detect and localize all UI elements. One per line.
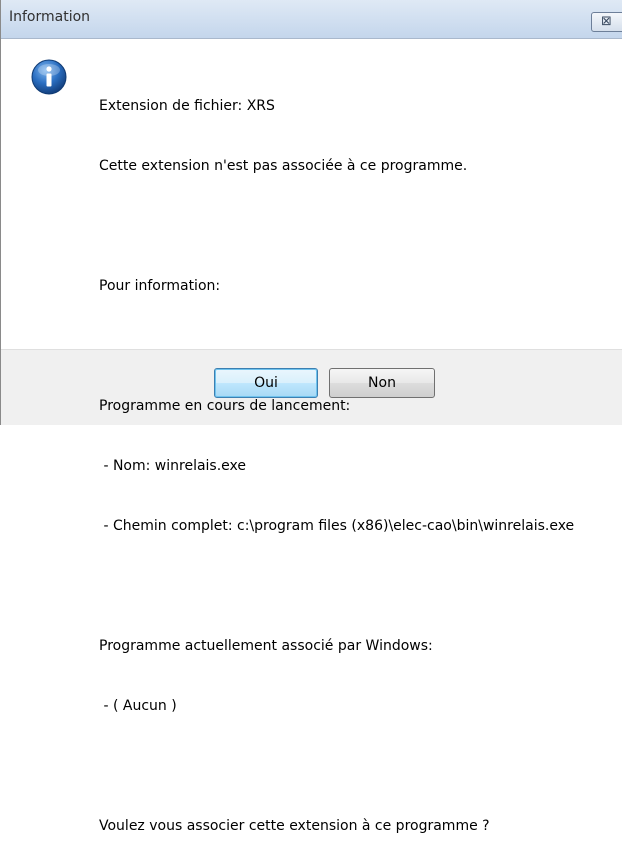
message-line-info-header: Pour information:	[99, 278, 221, 294]
close-icon: ⊠	[601, 14, 612, 29]
message-gap	[99, 576, 574, 596]
message-gap	[99, 216, 574, 236]
message-line-program-name: - Nom: winrelais.exe	[99, 458, 247, 474]
no-button[interactable]: Non	[329, 368, 435, 398]
message-text: Extension de fichier: XRS Cette extensio…	[99, 56, 574, 850]
title-bar[interactable]: Information ⊠	[1, 0, 622, 39]
message-line-not-associated: Cette extension n'est pas associée à ce …	[99, 158, 468, 174]
message-line-associated-none: - ( Aucun )	[99, 698, 177, 714]
message-gap	[99, 336, 574, 356]
message-gap	[99, 756, 574, 776]
yes-button[interactable]: Oui	[214, 368, 318, 398]
information-icon	[31, 59, 67, 95]
close-button[interactable]: ⊠	[591, 12, 622, 32]
information-dialog: Information ⊠ Extension de fichier: XRS …	[0, 0, 622, 834]
message-line-extension: Extension de fichier: XRS	[99, 98, 275, 114]
message-line-launching-header: Programme en cours de lancement:	[99, 398, 351, 414]
message-line-question: Voulez vous associer cette extension à c…	[99, 818, 490, 834]
message-area: Extension de fichier: XRS Cette extensio…	[1, 39, 622, 834]
message-line-full-path: - Chemin complet: c:\program files (x86)…	[99, 518, 575, 534]
window-title: Information	[9, 9, 91, 25]
message-line-associated-header: Programme actuellement associé par Windo…	[99, 638, 433, 654]
